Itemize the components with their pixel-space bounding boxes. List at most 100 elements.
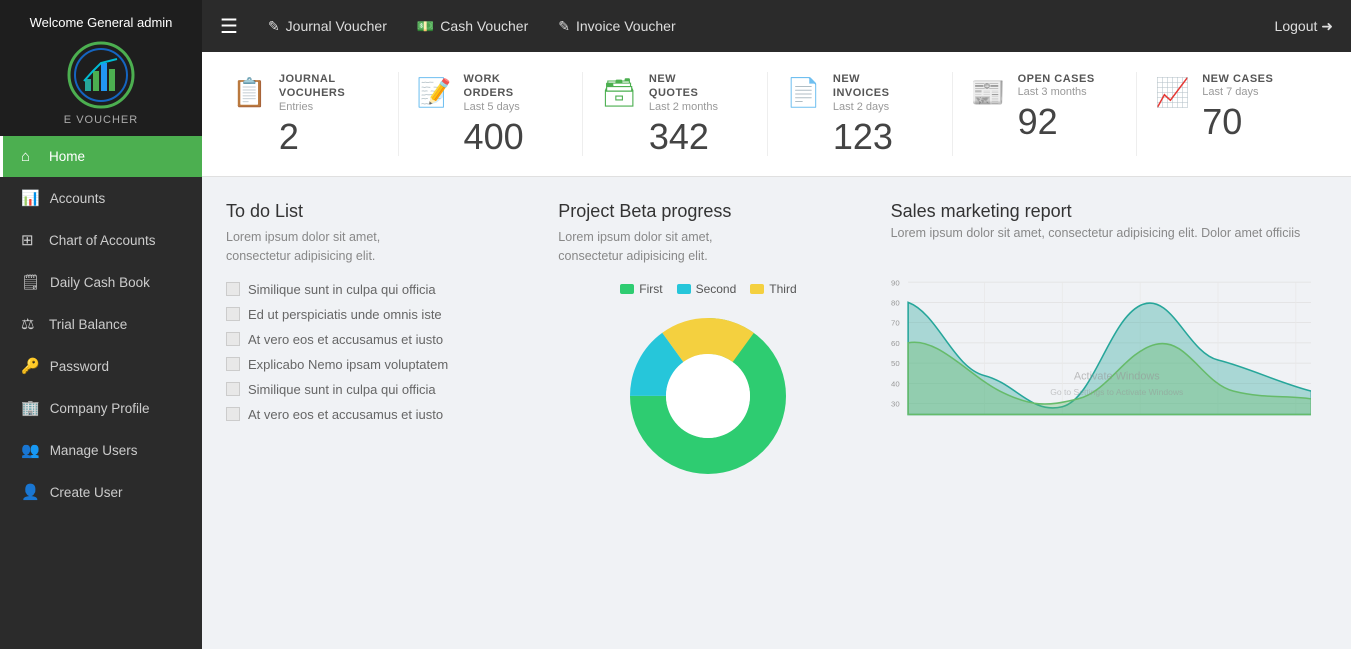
legend-color bbox=[750, 284, 764, 294]
donut-legend: First Second Third bbox=[620, 282, 796, 296]
legend-label: Second bbox=[696, 282, 737, 296]
sidebar-item-chart-of-accounts[interactable]: ⊞ Chart of Accounts bbox=[0, 219, 202, 261]
new-cases-text: NEW CASES Last 7 days 70 bbox=[1202, 72, 1273, 142]
new-quotes-icon: 🗃 bbox=[601, 76, 637, 109]
daily-cash-book-icon: 🗒 bbox=[21, 273, 40, 291]
new-invoices-label: NEWINVOICES bbox=[833, 72, 893, 101]
svg-text:50: 50 bbox=[891, 359, 900, 368]
invoice-voucher-link[interactable]: ✎ Invoice Voucher bbox=[558, 18, 675, 35]
sidebar-item-label: Daily Cash Book bbox=[50, 275, 150, 290]
sidebar-item-label: Password bbox=[50, 359, 109, 374]
sidebar-item-trial-balance[interactable]: ⚖ Trial Balance bbox=[0, 303, 202, 345]
svg-text:70: 70 bbox=[891, 319, 900, 328]
company-profile-icon: 🏢 bbox=[21, 399, 40, 417]
todo-checkbox[interactable] bbox=[226, 382, 240, 396]
todo-checkbox[interactable] bbox=[226, 332, 240, 346]
new-quotes-value: 342 bbox=[649, 117, 718, 157]
journal-vouchers-label: JOURNALVOCUHERS bbox=[279, 72, 345, 101]
work-orders-label: WORKORDERS bbox=[464, 72, 524, 101]
work-orders-value: 400 bbox=[464, 117, 524, 157]
project-beta-title: Project Beta progress bbox=[558, 201, 858, 222]
todo-list: Similique sunt in culpa qui officia Ed u… bbox=[226, 282, 526, 422]
svg-text:40: 40 bbox=[891, 380, 900, 389]
new-quotes-text: NEWQUOTES Last 2 months 342 bbox=[649, 72, 718, 156]
sales-report-desc: Lorem ipsum dolor sit amet, consectetur … bbox=[891, 226, 1311, 240]
topbar-nav: ✎ Journal Voucher 💵 Cash Voucher ✎ Invoi… bbox=[268, 18, 1333, 35]
new-invoices-value: 123 bbox=[833, 117, 893, 157]
todo-item-label: At vero eos et accusamus et iusto bbox=[248, 332, 443, 347]
svg-text:60: 60 bbox=[891, 339, 900, 348]
new-cases-sublabel: Last 7 days bbox=[1202, 86, 1273, 98]
sidebar-brand: E VOUCHER bbox=[10, 114, 192, 126]
trial-balance-icon: ⚖ bbox=[21, 315, 39, 333]
todo-checkbox[interactable] bbox=[226, 282, 240, 296]
sidebar-nav: ⌂ Home📊 Accounts⊞ Chart of Accounts🗒 Dai… bbox=[0, 136, 202, 649]
sidebar-item-label: Create User bbox=[50, 485, 123, 500]
legend-label: First bbox=[639, 282, 662, 296]
invoice-voucher-icon: ✎ bbox=[558, 18, 570, 35]
legend-label: Third bbox=[769, 282, 796, 296]
todo-item-label: Ed ut perspiciatis unde omnis iste bbox=[248, 307, 442, 322]
stat-new-cases: 📈 NEW CASES Last 7 days 70 bbox=[1137, 72, 1321, 156]
svg-text:80: 80 bbox=[891, 299, 900, 308]
svg-text:Activate Windows: Activate Windows bbox=[1073, 371, 1159, 383]
sidebar-header: Welcome General admin E VOUCHER bbox=[0, 0, 202, 136]
sidebar-item-label: Company Profile bbox=[50, 401, 150, 416]
sidebar-item-label: Home bbox=[49, 149, 85, 164]
sidebar-item-label: Chart of Accounts bbox=[49, 233, 156, 248]
journal-vouchers-text: JOURNALVOCUHERS Entries 2 bbox=[279, 72, 345, 156]
open-cases-value: 92 bbox=[1018, 102, 1095, 142]
new-quotes-label: NEWQUOTES bbox=[649, 72, 718, 101]
todo-item: Similique sunt in culpa qui officia bbox=[226, 282, 526, 297]
project-beta-section: Project Beta progress Lorem ipsum dolor … bbox=[542, 201, 874, 486]
todo-desc: Lorem ipsum dolor sit amet,consectetur a… bbox=[226, 228, 526, 266]
legend-item: First bbox=[620, 282, 662, 296]
todo-item-label: Similique sunt in culpa qui officia bbox=[248, 382, 436, 397]
new-quotes-sublabel: Last 2 months bbox=[649, 101, 718, 113]
sidebar-welcome: Welcome General admin bbox=[10, 14, 192, 32]
chart-of-accounts-icon: ⊞ bbox=[21, 231, 39, 249]
todo-item-label: At vero eos et accusamus et iusto bbox=[248, 407, 443, 422]
todo-item-label: Similique sunt in culpa qui officia bbox=[248, 282, 436, 297]
svg-text:90: 90 bbox=[891, 278, 900, 287]
sidebar-item-accounts[interactable]: 📊 Accounts bbox=[0, 177, 202, 219]
journal-voucher-link[interactable]: ✎ Journal Voucher bbox=[268, 18, 387, 35]
work-orders-text: WORKORDERS Last 5 days 400 bbox=[464, 72, 524, 156]
sidebar-item-label: Trial Balance bbox=[49, 317, 127, 332]
sidebar-item-manage-users[interactable]: 👥 Manage Users bbox=[0, 429, 202, 471]
manage-users-icon: 👥 bbox=[21, 441, 40, 459]
todo-item: At vero eos et accusamus et iusto bbox=[226, 407, 526, 422]
logout-button[interactable]: Logout ➜ bbox=[1275, 18, 1333, 35]
sidebar-item-label: Accounts bbox=[50, 191, 106, 206]
sidebar-item-company-profile[interactable]: 🏢 Company Profile bbox=[0, 387, 202, 429]
sidebar-item-daily-cash-book[interactable]: 🗒 Daily Cash Book bbox=[0, 261, 202, 303]
project-beta-desc: Lorem ipsum dolor sit amet,consectetur a… bbox=[558, 228, 858, 266]
todo-checkbox[interactable] bbox=[226, 357, 240, 371]
todo-item: Similique sunt in culpa qui officia bbox=[226, 382, 526, 397]
sidebar-toggle-button[interactable]: ☰ bbox=[220, 14, 238, 39]
sidebar: Welcome General admin E VOUCHER ⌂ Home📊 … bbox=[0, 0, 202, 649]
todo-checkbox[interactable] bbox=[226, 407, 240, 421]
svg-text:Go to Settings to Activate Win: Go to Settings to Activate Windows bbox=[1050, 387, 1183, 397]
new-cases-value: 70 bbox=[1202, 102, 1273, 142]
stat-open-cases: 📰 OPEN CASES Last 3 months 92 bbox=[953, 72, 1138, 156]
sidebar-item-create-user[interactable]: 👤 Create User bbox=[0, 471, 202, 513]
stat-new-invoices: 📄 NEWINVOICES Last 2 days 123 bbox=[768, 72, 953, 156]
sidebar-item-password[interactable]: 🔑 Password bbox=[0, 345, 202, 387]
legend-color bbox=[620, 284, 634, 294]
cash-voucher-link[interactable]: 💵 Cash Voucher bbox=[417, 18, 528, 35]
legend-item: Second bbox=[677, 282, 737, 296]
sidebar-item-home[interactable]: ⌂ Home bbox=[0, 136, 202, 177]
new-cases-icon: 📈 bbox=[1155, 76, 1190, 109]
todo-checkbox[interactable] bbox=[226, 307, 240, 321]
open-cases-label: OPEN CASES bbox=[1018, 72, 1095, 86]
todo-item: At vero eos et accusamus et iusto bbox=[226, 332, 526, 347]
sidebar-logo bbox=[66, 40, 136, 110]
password-icon: 🔑 bbox=[21, 357, 40, 375]
main-area: ☰ ✎ Journal Voucher 💵 Cash Voucher ✎ Inv… bbox=[202, 0, 1351, 649]
journal-voucher-icon: ✎ bbox=[268, 18, 280, 35]
accounts-icon: 📊 bbox=[21, 189, 40, 207]
area-chart: 90 80 70 60 50 40 30 bbox=[891, 250, 1311, 470]
create-user-icon: 👤 bbox=[21, 483, 40, 501]
sales-report-title: Sales marketing report bbox=[891, 201, 1311, 222]
